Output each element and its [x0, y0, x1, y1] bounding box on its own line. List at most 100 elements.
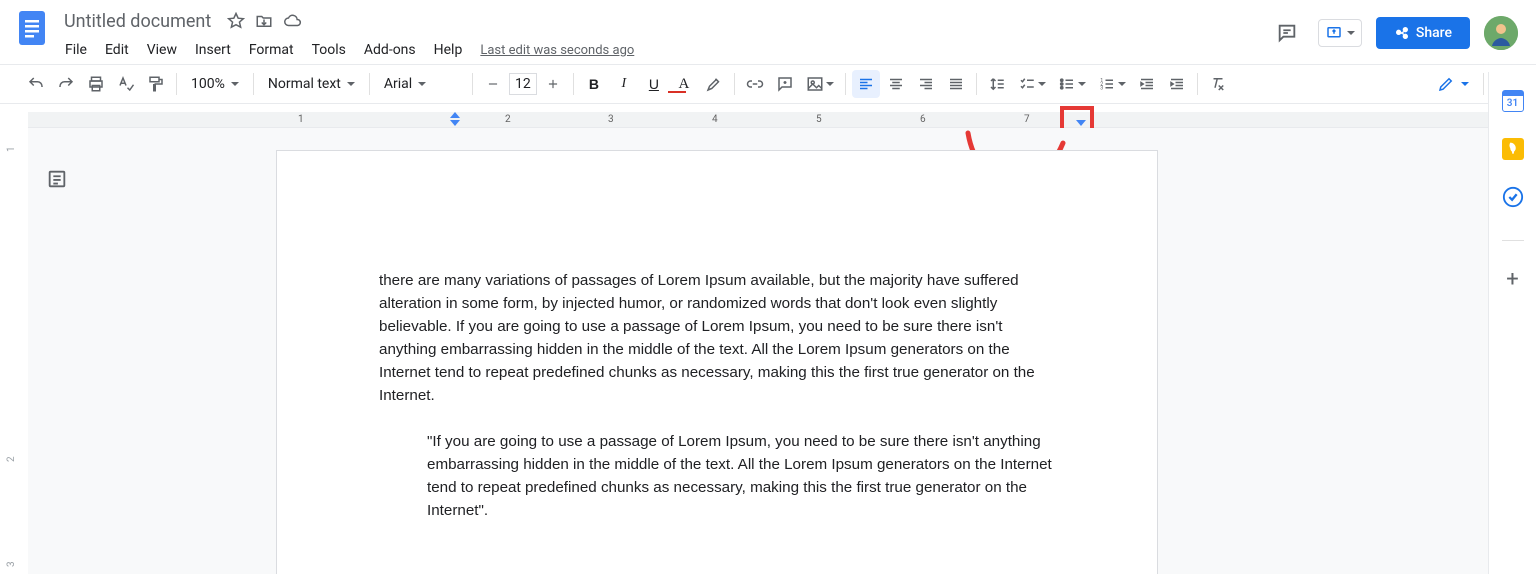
decrease-font-size-button[interactable] — [479, 70, 507, 98]
bulleted-list-button[interactable] — [1053, 70, 1091, 98]
caret-down-icon — [231, 82, 239, 86]
caret-down-icon — [1078, 82, 1086, 86]
menu-insert[interactable]: Insert — [188, 38, 238, 62]
separator — [253, 73, 254, 95]
paint-format-button[interactable] — [142, 70, 170, 98]
zoom-value: 100% — [191, 76, 225, 92]
caret-down-icon — [1347, 31, 1355, 35]
body-paragraph-indented[interactable]: "If you are going to use a passage of Lo… — [379, 430, 1061, 522]
open-comments-button[interactable] — [1270, 16, 1304, 50]
font-value: Arial — [384, 76, 412, 92]
last-edit-link[interactable]: Last edit was seconds ago — [473, 39, 641, 62]
show-outline-button[interactable] — [46, 168, 68, 190]
menu-edit[interactable]: Edit — [98, 38, 136, 62]
align-left-button[interactable] — [852, 70, 880, 98]
separator — [1197, 73, 1198, 95]
first-line-indent-marker[interactable] — [450, 112, 460, 118]
insert-image-button[interactable] — [801, 70, 839, 98]
zoom-dropdown[interactable]: 100% — [183, 72, 247, 96]
caret-down-icon — [347, 82, 355, 86]
ruler-v-num: 1 — [6, 146, 17, 152]
keep-app-icon[interactable] — [1502, 138, 1524, 160]
account-avatar[interactable] — [1484, 16, 1518, 50]
menu-help[interactable]: Help — [427, 38, 470, 62]
menu-format[interactable]: Format — [242, 38, 301, 62]
vertical-ruler[interactable]: 1 2 3 — [0, 112, 28, 574]
svg-text:3: 3 — [1100, 85, 1103, 91]
separator — [573, 73, 574, 95]
bold-button[interactable]: B — [580, 70, 608, 98]
separator — [976, 73, 977, 95]
move-icon[interactable] — [255, 12, 273, 30]
editing-mode-button[interactable] — [1431, 71, 1475, 97]
share-button-label: Share — [1416, 25, 1452, 41]
font-size-input[interactable] — [509, 73, 537, 95]
print-button[interactable] — [82, 70, 110, 98]
align-justify-button[interactable] — [942, 70, 970, 98]
menu-file[interactable]: File — [58, 38, 94, 62]
ruler-num: 7 — [1024, 114, 1030, 125]
add-comment-button[interactable] — [771, 70, 799, 98]
separator — [734, 73, 735, 95]
ruler-num: 4 — [712, 114, 718, 125]
present-button[interactable] — [1318, 19, 1362, 47]
main-toolbar: 100% Normal text Arial B I U A 123 — [0, 64, 1536, 104]
separator — [472, 73, 473, 95]
decrease-indent-button[interactable] — [1133, 70, 1161, 98]
ruler-v-num: 3 — [6, 561, 17, 567]
separator — [176, 73, 177, 95]
checklist-button[interactable] — [1013, 70, 1051, 98]
left-indent-marker[interactable] — [450, 120, 460, 126]
caret-down-icon — [826, 82, 834, 86]
document-title[interactable]: Untitled document — [58, 9, 217, 34]
paragraph-style-dropdown[interactable]: Normal text — [260, 72, 363, 96]
highlight-color-button[interactable] — [700, 70, 728, 98]
text-color-button[interactable]: A — [670, 70, 698, 98]
menu-tools[interactable]: Tools — [305, 38, 353, 62]
caret-down-icon — [1118, 82, 1126, 86]
ruler-num: 6 — [920, 114, 926, 125]
ruler-num: 1 — [298, 114, 304, 125]
ruler-num: 5 — [816, 114, 822, 125]
side-panel: 31 + — [1488, 72, 1536, 574]
separator — [369, 73, 370, 95]
star-icon[interactable] — [227, 12, 245, 30]
caret-down-icon — [1038, 82, 1046, 86]
document-page[interactable]: there are many variations of passages of… — [276, 150, 1158, 574]
undo-button[interactable] — [22, 70, 50, 98]
clear-formatting-button[interactable] — [1204, 70, 1232, 98]
get-addons-button[interactable]: + — [1506, 267, 1518, 292]
caret-down-icon — [418, 82, 426, 86]
redo-button[interactable] — [52, 70, 80, 98]
font-dropdown[interactable]: Arial — [376, 72, 466, 96]
tasks-app-icon[interactable] — [1502, 186, 1524, 208]
ruler-num: 3 — [608, 114, 614, 125]
align-center-button[interactable] — [882, 70, 910, 98]
caret-down-icon — [1461, 82, 1469, 86]
calendar-app-icon[interactable]: 31 — [1502, 90, 1524, 112]
cloud-status-icon[interactable] — [283, 12, 303, 30]
separator — [1502, 240, 1524, 241]
separator — [1483, 73, 1484, 95]
body-paragraph[interactable]: there are many variations of passages of… — [379, 269, 1061, 408]
share-button[interactable]: Share — [1376, 17, 1470, 49]
line-spacing-button[interactable] — [983, 70, 1011, 98]
ruler-num: 2 — [505, 114, 511, 125]
style-value: Normal text — [268, 76, 341, 92]
separator — [845, 73, 846, 95]
menu-view[interactable]: View — [140, 38, 184, 62]
increase-font-size-button[interactable] — [539, 70, 567, 98]
align-right-button[interactable] — [912, 70, 940, 98]
italic-button[interactable]: I — [610, 70, 638, 98]
numbered-list-button[interactable]: 123 — [1093, 70, 1131, 98]
docs-logo-icon[interactable] — [12, 8, 52, 48]
document-canvas[interactable]: there are many variations of passages of… — [28, 128, 1488, 574]
spellcheck-button[interactable] — [112, 70, 140, 98]
right-indent-marker[interactable] — [1076, 120, 1086, 126]
menu-addons[interactable]: Add-ons — [357, 38, 423, 62]
underline-button[interactable]: U — [640, 70, 668, 98]
ruler-v-num: 2 — [6, 456, 17, 462]
horizontal-ruler[interactable]: 1 2 3 4 5 6 7 — [28, 112, 1488, 128]
increase-indent-button[interactable] — [1163, 70, 1191, 98]
insert-link-button[interactable] — [741, 70, 769, 98]
